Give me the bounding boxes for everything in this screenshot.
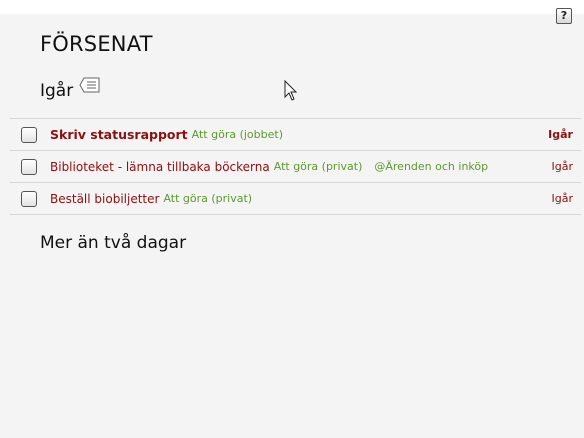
section-title: Mer än två dagar <box>40 233 187 253</box>
task-row[interactable]: Beställ biobiljetter Att göra (privat) I… <box>10 183 581 215</box>
top-strip <box>0 0 584 14</box>
task-title[interactable]: Beställ biobiljetter <box>50 192 159 206</box>
task-title[interactable]: Skriv statusrapport <box>50 127 188 142</box>
task-list-name[interactable]: Att göra (jobbet) <box>192 128 283 141</box>
mouse-pointer-icon <box>284 80 298 101</box>
task-due-date: Igår <box>548 128 573 141</box>
task-row[interactable]: Biblioteket - lämna tillbaka böckerna At… <box>10 151 581 183</box>
task-list: Skriv statusrapport Att göra (jobbet) Ig… <box>10 118 581 215</box>
task-title[interactable]: Biblioteket - lämna tillbaka böckerna <box>50 160 270 174</box>
task-list-name[interactable]: Att göra (privat) <box>274 160 363 173</box>
checkbox-icon[interactable] <box>21 190 37 207</box>
task-tag[interactable]: @Ärenden och inköp <box>374 160 488 173</box>
checkbox-icon[interactable] <box>21 158 37 175</box>
section-header-later: Mer än två dagar <box>40 233 186 253</box>
section-title: Igår <box>40 80 74 101</box>
task-row[interactable]: Skriv statusrapport Att göra (jobbet) Ig… <box>10 119 581 151</box>
checkbox-icon[interactable] <box>21 126 37 143</box>
page-title: FÖRSENAT <box>40 32 153 56</box>
section-header-yesterday: Igår <box>40 77 101 102</box>
task-due-date: Igår <box>551 192 574 205</box>
help-button[interactable]: ? <box>556 8 572 24</box>
task-due-date: Igår <box>551 160 574 173</box>
note-icon[interactable] <box>79 77 101 100</box>
task-list-name[interactable]: Att göra (privat) <box>163 192 252 205</box>
